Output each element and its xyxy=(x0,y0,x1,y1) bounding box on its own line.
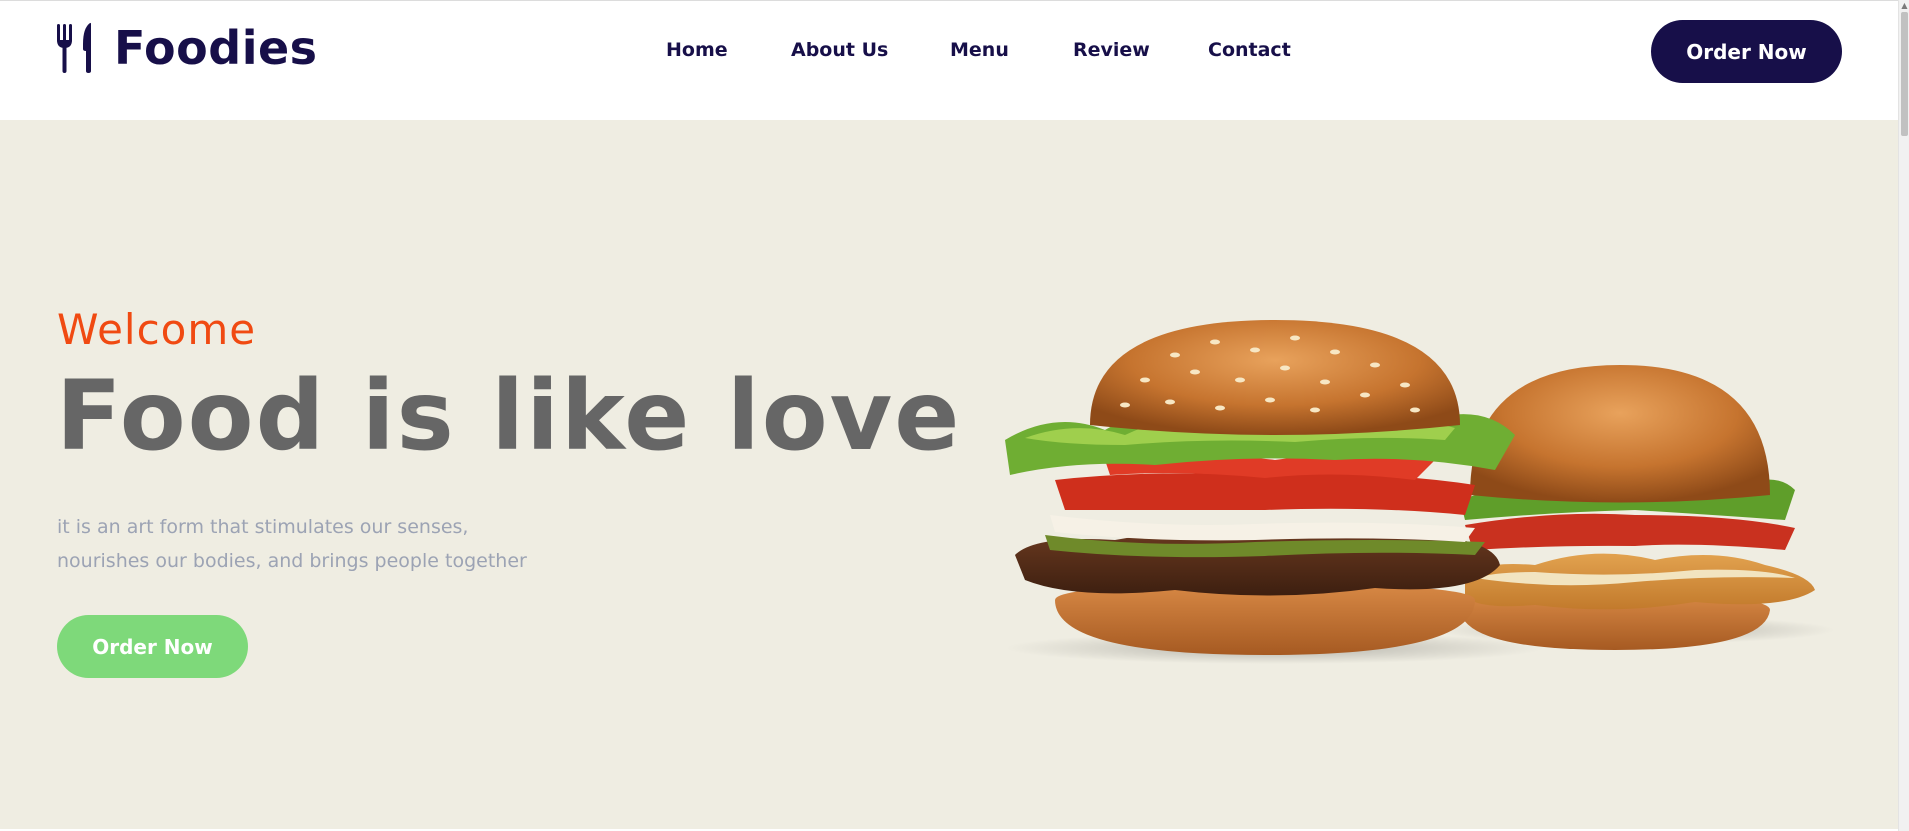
hero-title: Food is like love xyxy=(56,360,962,472)
header-order-now-button[interactable]: Order Now xyxy=(1651,20,1842,83)
nav-link-home[interactable]: Home xyxy=(666,39,728,61)
scrollbar-thumb[interactable] xyxy=(1901,12,1908,136)
hero-order-now-button[interactable]: Order Now xyxy=(57,615,248,678)
vertical-scrollbar[interactable]: ▲ xyxy=(1898,0,1909,831)
hero-description-line1: it is an art form that stimulates our se… xyxy=(57,516,469,538)
nav-link-review[interactable]: Review xyxy=(1073,39,1150,61)
hero-description: it is an art form that stimulates our se… xyxy=(57,510,577,578)
nav-link-contact[interactable]: Contact xyxy=(1208,39,1291,61)
page: Foodies Home About Us Menu Review Contac… xyxy=(0,0,1909,831)
scroll-up-arrow-icon[interactable]: ▲ xyxy=(1900,2,1909,10)
hero-eyebrow: Welcome xyxy=(57,305,257,354)
nav-link-menu[interactable]: Menu xyxy=(950,39,1009,61)
hero-description-line2: nourishes our bodies, and brings people … xyxy=(57,550,527,572)
nav-link-about-us[interactable]: About Us xyxy=(791,39,888,61)
burgers-image xyxy=(1005,320,1835,664)
main-nav: Home About Us Menu Review Contact xyxy=(0,39,1898,63)
site-header: Foodies Home About Us Menu Review Contac… xyxy=(0,0,1898,120)
hero-section: Welcome Food is like love it is an art f… xyxy=(0,120,1898,829)
